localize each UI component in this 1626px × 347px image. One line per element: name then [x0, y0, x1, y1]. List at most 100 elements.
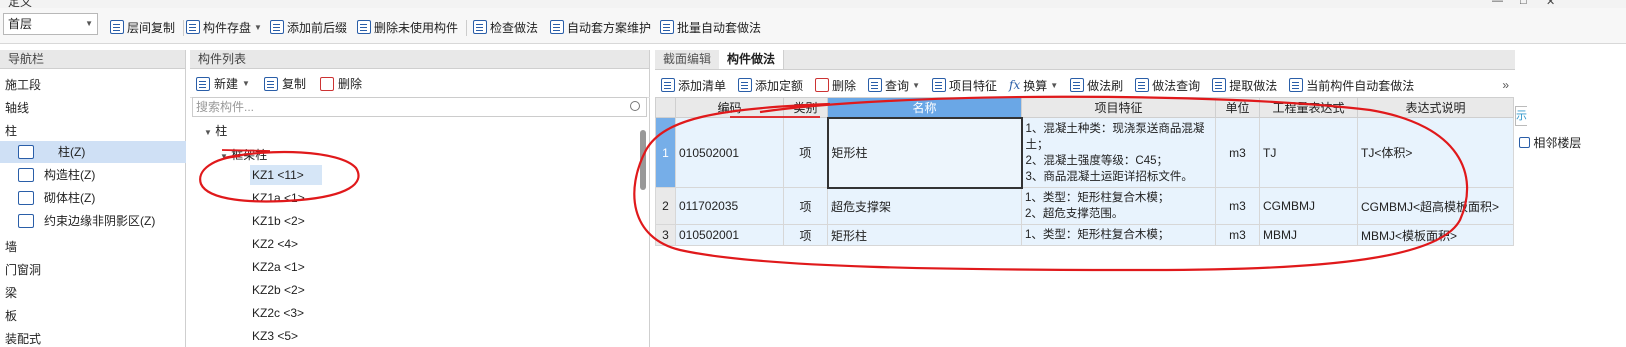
component-item[interactable]: KZ2c <3> — [250, 303, 306, 323]
copy-label: 复制 — [281, 77, 306, 91]
close-icon[interactable]: ✕ — [1546, 0, 1555, 8]
nav-item-beam[interactable]: 梁 — [5, 284, 17, 301]
cell-feature[interactable]: 1、类型：矩形柱复合木模； — [1021, 224, 1216, 246]
column-header-unit[interactable]: 单位 — [1215, 97, 1260, 118]
minimize-icon[interactable]: — — [1492, 0, 1503, 7]
tree-root-column[interactable]: ▼ 柱 — [204, 122, 227, 139]
list-scrollbar[interactable] — [640, 130, 646, 190]
tree-group-frame-column[interactable]: ▼ 框架柱 — [220, 146, 267, 163]
cell-name[interactable]: 超危支撑架 — [827, 187, 1022, 225]
method-brush-label: 做法刷 — [1087, 78, 1124, 93]
query-button[interactable]: 查询 ▼ — [868, 77, 920, 94]
nav-sub-edge-zone[interactable]: 约束边缘非阴影区(Z) — [18, 210, 155, 232]
nav-item-wall[interactable]: 墙 — [5, 238, 17, 255]
cell-type[interactable]: 项 — [783, 117, 828, 188]
row-number[interactable]: 1 — [655, 117, 676, 188]
copy-icon — [263, 76, 278, 91]
nav-sub-structural-column[interactable]: 构造柱(Z) — [18, 164, 95, 186]
method-brush-button[interactable]: 做法刷 — [1070, 77, 1123, 94]
cell-expression[interactable]: MBMJ — [1259, 224, 1358, 246]
cell-feature[interactable]: 1、混凝土种类：现浇泵送商品混凝土； 2、混凝土强度等级：C45； 3、商品混凝… — [1021, 117, 1216, 188]
feature-line: 3、商品混凝土运距详招标文件。 — [1025, 170, 1193, 183]
column-header-expression[interactable]: 工程量表达式 — [1259, 97, 1358, 118]
cell-description[interactable]: MBMJ<模板面积> — [1357, 224, 1514, 246]
cell-feature[interactable]: 1、类型：矩形柱复合木模； 2、超危支撑范围。 — [1021, 187, 1216, 225]
component-item[interactable]: KZ1 <11> — [250, 165, 322, 185]
floor-select[interactable]: 首层 ▼ — [3, 13, 98, 35]
nav-item-slab[interactable]: 板 — [5, 307, 17, 324]
auto-apply-button[interactable]: 当前构件自动套做法 — [1289, 77, 1414, 94]
component-item[interactable]: KZ2a <1> — [250, 257, 307, 277]
component-item[interactable]: KZ1b <2> — [250, 211, 307, 231]
batch-auto-button[interactable]: 批量自动套做法 — [660, 18, 761, 36]
column-header-feature[interactable]: 项目特征 — [1021, 97, 1216, 118]
nav-item-axis[interactable]: 轴线 — [5, 99, 29, 116]
delete-row-button[interactable]: 删除 — [815, 77, 856, 94]
auto-scheme-label: 自动套方案维护 — [567, 20, 652, 35]
cell-type[interactable]: 项 — [783, 224, 828, 246]
neighbor-floor-option[interactable]: 相邻楼层 — [1519, 134, 1581, 151]
maximize-icon[interactable]: □ — [1520, 0, 1527, 7]
add-list-label: 添加清单 — [678, 78, 727, 93]
component-item[interactable]: KZ2 <4> — [250, 234, 300, 254]
floor-copy-button[interactable]: 层间复制 — [110, 18, 175, 36]
tab-section-edit[interactable]: 截面编辑 — [655, 50, 719, 69]
cell-name[interactable]: 矩形柱 — [826, 116, 1023, 189]
column-header-code[interactable]: 编码 — [675, 97, 784, 118]
side-panel-fragment: 示 相邻楼层 — [1515, 100, 1626, 160]
component-item[interactable]: KZ2b <2> — [250, 280, 307, 300]
add-quota-button[interactable]: 添加定额 — [738, 77, 803, 94]
tab-component-method[interactable]: 构件做法 — [719, 50, 785, 69]
row-number[interactable]: 3 — [655, 224, 676, 246]
cell-name[interactable]: 矩形柱 — [827, 224, 1022, 246]
side-tab[interactable]: 示 — [1515, 106, 1527, 126]
component-item[interactable]: KZ3 <5> — [250, 326, 300, 346]
more-icon[interactable]: » — [1502, 78, 1509, 92]
new-button[interactable]: 新建 ▼ — [196, 75, 250, 92]
table-row[interactable]: 2 011702035 项 超危支撑架 1、类型：矩形柱复合木模； 2、超危支撑… — [655, 187, 1514, 225]
cell-unit[interactable]: m3 — [1215, 117, 1260, 188]
check-method-button[interactable]: 检查做法 — [473, 18, 538, 36]
cell-unit[interactable]: m3 — [1215, 224, 1260, 246]
cell-code[interactable]: 010502001 — [675, 117, 784, 188]
feature-line: 2、超危支撑范围。 — [1025, 208, 1124, 220]
table-row[interactable]: 1 010502001 项 矩形柱 1、混凝土种类：现浇泵送商品混凝土； 2、混… — [655, 116, 1514, 189]
cell-expression[interactable]: TJ — [1259, 117, 1358, 188]
nav-header: 导航栏 — [0, 50, 185, 69]
column-header-description[interactable]: 表达式说明 — [1357, 97, 1514, 118]
component-item[interactable]: KZ1a <1> — [250, 188, 307, 208]
cell-description[interactable]: TJ<体积> — [1357, 117, 1514, 188]
extract-method-button[interactable]: 提取做法 — [1212, 77, 1277, 94]
search-placeholder: 搜索构件... — [196, 100, 255, 114]
column-header-name[interactable]: 名称 — [827, 97, 1022, 118]
convert-button[interactable]: fx 换算 ▼ — [1009, 77, 1058, 94]
nav-item-construction-section[interactable]: 施工段 — [5, 76, 41, 93]
cell-code[interactable]: 010502001 — [675, 224, 784, 246]
search-icon[interactable] — [630, 101, 640, 111]
item-feature-button[interactable]: 项目特征 — [931, 77, 997, 94]
add-list-button[interactable]: 添加清单 — [661, 77, 726, 94]
method-query-button[interactable]: 做法查询 — [1135, 77, 1200, 94]
save-component-button[interactable]: 构件存盘 ▼ — [186, 18, 262, 36]
nav-sub-masonry-column[interactable]: 砌体柱(Z) — [18, 187, 95, 209]
masonry-column-icon — [18, 191, 34, 205]
nav-item-column[interactable]: 柱 — [5, 122, 17, 139]
table-row[interactable]: 3 010502001 项 矩形柱 1、类型：矩形柱复合木模； m3 MBMJ … — [655, 224, 1514, 246]
row-number[interactable]: 2 — [655, 187, 676, 225]
copy-button[interactable]: 复制 — [263, 75, 306, 92]
cell-description[interactable]: CGMBMJ<超高模板面积> — [1357, 187, 1514, 225]
cell-code[interactable]: 011702035 — [675, 187, 784, 225]
delete-button[interactable]: 删除 — [319, 75, 362, 92]
cell-expression[interactable]: CGMBMJ — [1259, 187, 1358, 225]
delete-unused-button[interactable]: 删除未使用构件 — [357, 18, 458, 36]
add-prefix-suffix-button[interactable]: 添加前后缀 — [270, 18, 347, 36]
component-search-input[interactable]: 搜索构件... — [192, 97, 647, 117]
nav-item-door-window[interactable]: 门窗洞 — [5, 261, 41, 278]
delete-label: 删除 — [337, 77, 362, 91]
cell-unit[interactable]: m3 — [1215, 187, 1260, 225]
nav-sub-column[interactable]: 柱(Z) — [0, 141, 186, 163]
nav-item-prefab[interactable]: 装配式 — [5, 330, 41, 347]
auto-scheme-button[interactable]: 自动套方案维护 — [550, 18, 651, 36]
column-header-type[interactable]: 类别 — [783, 97, 828, 118]
cell-type[interactable]: 项 — [783, 187, 828, 225]
